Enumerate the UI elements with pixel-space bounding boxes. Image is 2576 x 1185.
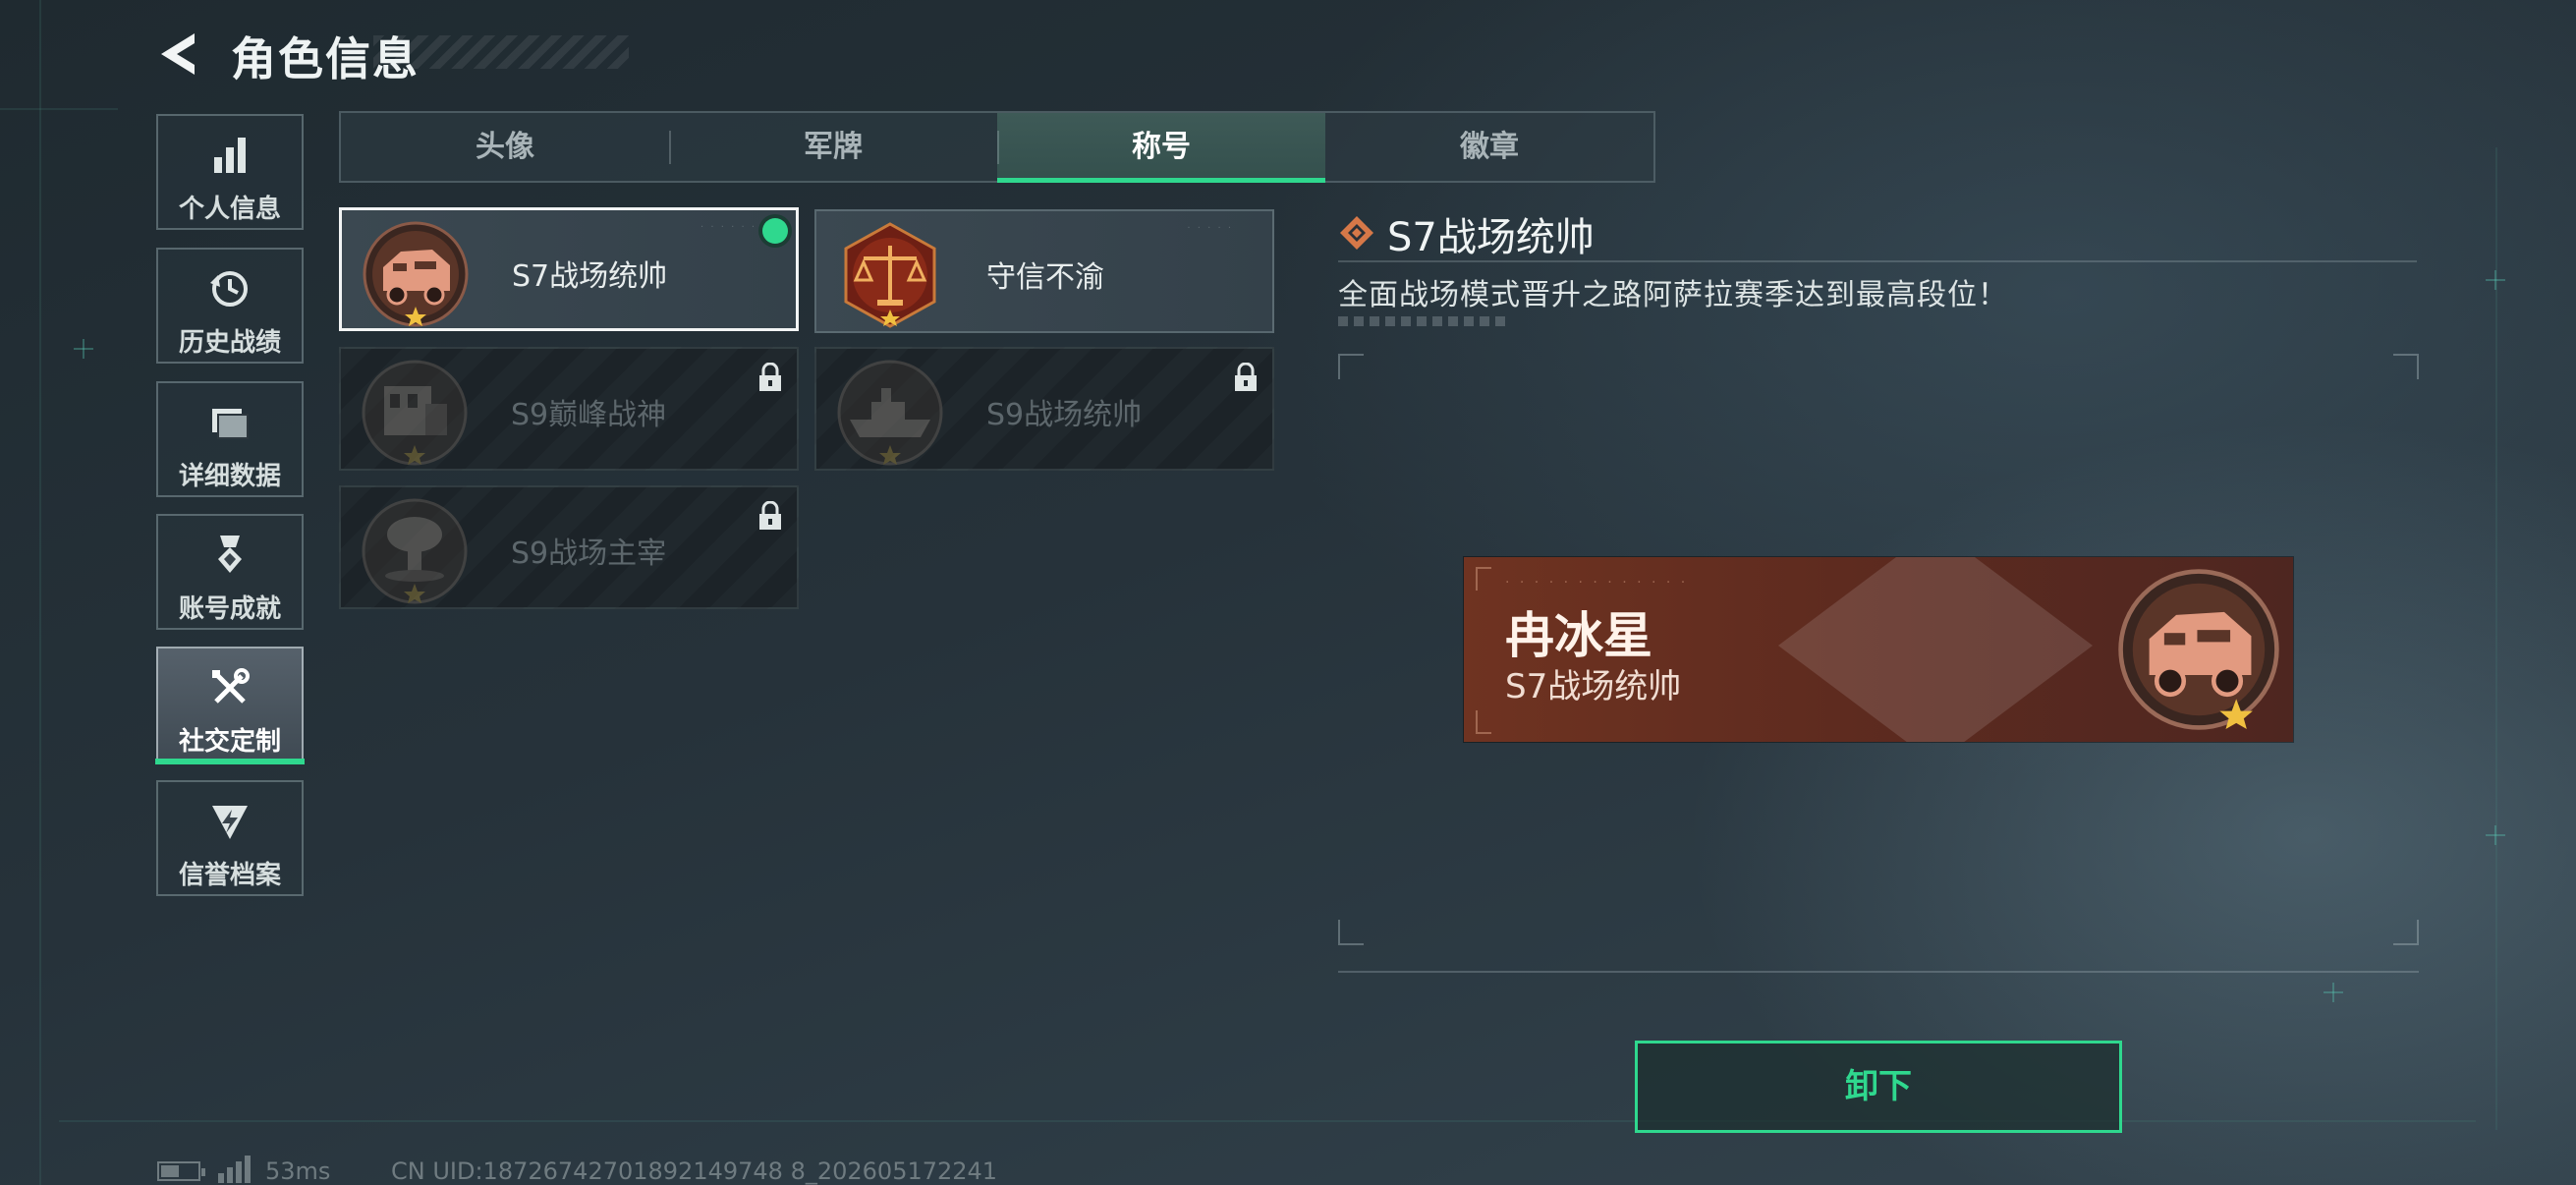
mushroom-cloud-emblem bbox=[362, 498, 468, 604]
nav-item-reputation[interactable]: 信誉档案 bbox=[156, 780, 304, 896]
crosshair-marker bbox=[2486, 825, 2505, 845]
title-card[interactable]: · · · · · 守信不渝 bbox=[814, 209, 1274, 333]
watermark-emblem bbox=[1778, 557, 2093, 742]
ping-value: 53ms bbox=[265, 1157, 331, 1185]
nav-item-detailed-data[interactable]: 详细数据 bbox=[156, 381, 304, 497]
ruins-emblem bbox=[362, 360, 468, 466]
tools-icon bbox=[212, 668, 250, 704]
history-icon bbox=[210, 271, 248, 307]
nav-item-label: 个人信息 bbox=[178, 195, 281, 224]
equipped-indicator bbox=[762, 218, 788, 244]
shield-bolt-icon bbox=[212, 806, 248, 839]
nav-item-match-history[interactable]: 历史战绩 bbox=[156, 248, 304, 364]
nav-item-social-customization[interactable]: 社交定制 bbox=[156, 647, 304, 762]
title-card[interactable]: · · · · · · S7战场统帅 bbox=[339, 207, 799, 331]
tab-badge[interactable]: 徽章 bbox=[1325, 113, 1653, 181]
user-uid: CN UID:18726742701892149748 8_2026051722… bbox=[391, 1157, 998, 1185]
crosshair-marker bbox=[2324, 983, 2343, 1002]
crosshair-marker bbox=[2486, 270, 2505, 290]
back-arrow-icon bbox=[161, 33, 195, 75]
frame-corner bbox=[2393, 354, 2419, 379]
frame-corner bbox=[1338, 920, 1364, 945]
nav-item-achievements[interactable]: 账号成就 bbox=[156, 514, 304, 630]
battery-icon bbox=[157, 1161, 205, 1181]
battery-level bbox=[161, 1165, 179, 1177]
nav-item-personal-info[interactable]: 个人信息 bbox=[156, 114, 304, 230]
plate-code-decoration: · · · · · · · · · · · · · bbox=[1505, 575, 1689, 591]
tab-bar: 头像 军牌 称号 徽章 bbox=[339, 111, 1655, 183]
plate-bracket bbox=[1476, 710, 1491, 734]
nameplate-preview: · · · · · · · · · · · · · 冉冰星 S7战场统帅 bbox=[1464, 557, 2293, 742]
nav-item-label: 信誉档案 bbox=[178, 861, 281, 890]
detail-title: S7战场统帅 bbox=[1387, 215, 1595, 260]
player-name: 冉冰星 bbox=[1505, 607, 1652, 664]
tab-avatar[interactable]: 头像 bbox=[341, 113, 669, 181]
card-decoration: · · · · · bbox=[1187, 223, 1233, 234]
tab-dog-tag[interactable]: 军牌 bbox=[669, 113, 997, 181]
title-card[interactable]: S9巅峰战神 bbox=[339, 347, 799, 471]
title-card[interactable]: S9战场主宰 bbox=[339, 485, 799, 609]
medal-icon bbox=[218, 536, 242, 573]
player-title: S7战场统帅 bbox=[1505, 667, 1682, 706]
nav-item-label: 历史战绩 bbox=[178, 328, 281, 358]
crosshair-marker bbox=[74, 339, 93, 359]
title-card-name: S7战场统帅 bbox=[512, 259, 668, 294]
title-card-name: S9战场主宰 bbox=[511, 536, 667, 571]
frame-corner bbox=[2393, 920, 2419, 945]
detail-description: 全面战场模式晋升之路阿萨拉赛季达到最高段位！ bbox=[1338, 278, 2008, 312]
armored-vehicle-emblem bbox=[363, 221, 469, 327]
tab-title[interactable]: 称号 bbox=[997, 113, 1325, 183]
warship-emblem bbox=[837, 360, 943, 466]
divider bbox=[1338, 971, 2419, 973]
frame-line bbox=[39, 0, 41, 1185]
nav-item-label: 社交定制 bbox=[178, 727, 281, 757]
title-diamond-icon bbox=[1340, 216, 1373, 250]
nav-active-indicator bbox=[155, 759, 305, 764]
nav-item-label: 详细数据 bbox=[178, 462, 281, 491]
title-card[interactable]: S9战场统帅 bbox=[814, 347, 1274, 471]
bar-chart-icon bbox=[214, 138, 246, 173]
plate-bracket bbox=[1476, 567, 1491, 591]
back-button[interactable] bbox=[155, 29, 204, 79]
divider bbox=[1338, 260, 2417, 262]
armored-vehicle-emblem bbox=[2118, 569, 2279, 730]
frame-line bbox=[0, 108, 118, 110]
lock-icon bbox=[1235, 363, 1257, 391]
nav-item-label: 账号成就 bbox=[178, 594, 281, 624]
signal-icon bbox=[218, 1156, 251, 1183]
title-card-name: 守信不渝 bbox=[986, 260, 1104, 295]
folder-icon bbox=[212, 409, 249, 439]
lock-icon bbox=[759, 363, 781, 391]
frame-corner bbox=[1338, 354, 1364, 379]
title-card-name: S9战场统帅 bbox=[986, 398, 1143, 432]
card-decoration: · · · · · · bbox=[700, 222, 756, 233]
frame-line bbox=[2495, 147, 2497, 1130]
lock-icon bbox=[759, 501, 781, 530]
title-card-name: S9巅峰战神 bbox=[511, 398, 667, 432]
scales-emblem bbox=[844, 222, 936, 328]
detail-subtext-decoration bbox=[1338, 316, 1505, 326]
page-title: 角色信息 bbox=[231, 32, 420, 85]
unequip-button[interactable]: 卸下 bbox=[1635, 1041, 2122, 1133]
